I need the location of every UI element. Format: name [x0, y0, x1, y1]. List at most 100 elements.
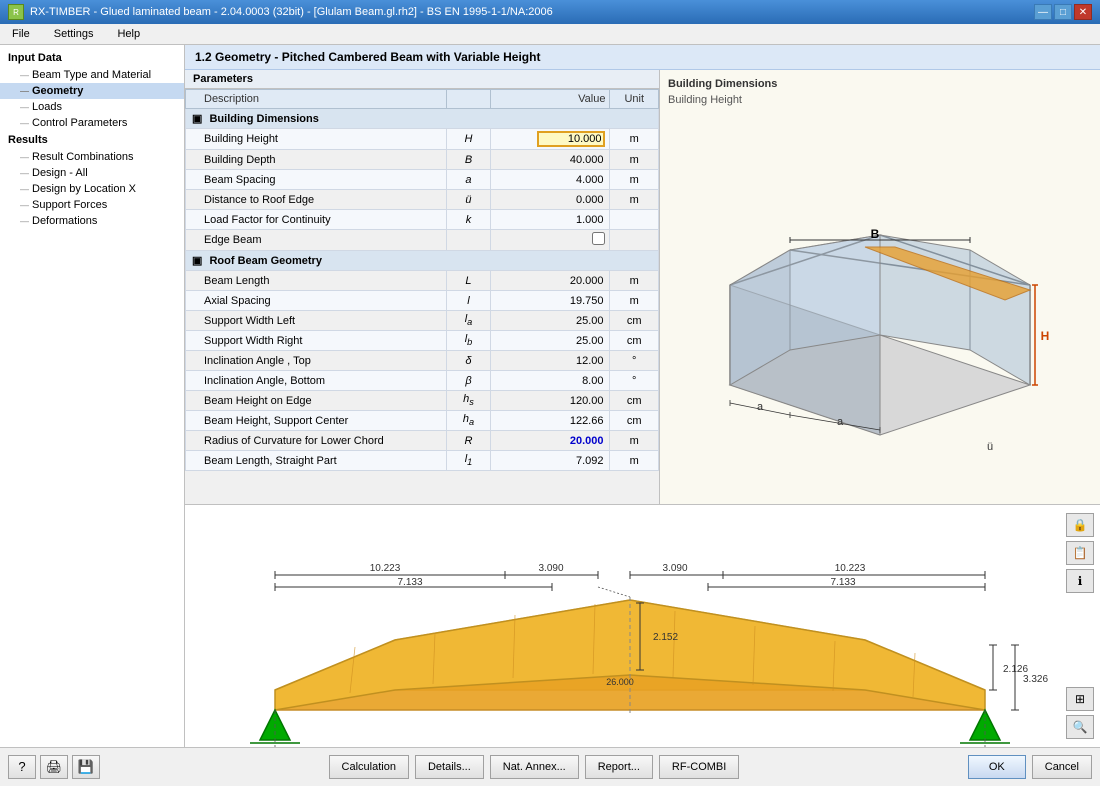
params-table-container[interactable]: Description Value Unit ▣ Bu: [185, 89, 659, 504]
zoom-in-button[interactable]: 🔍: [1066, 715, 1094, 739]
building-height-input[interactable]: [537, 131, 605, 147]
menu-file[interactable]: File: [4, 26, 38, 42]
row-dist-roof-val: 0.000: [491, 190, 610, 210]
maximize-button[interactable]: □: [1054, 4, 1072, 20]
ok-button[interactable]: OK: [968, 755, 1026, 779]
sidebar-item-beam-type[interactable]: Beam Type and Material: [0, 67, 184, 83]
group-roof-beam[interactable]: ▣ Roof Beam Geometry: [186, 251, 659, 271]
row-load-factor-val: 1.000: [491, 210, 610, 230]
sidebar-item-support-forces[interactable]: Support Forces: [0, 197, 184, 213]
sidebar-item-design-location[interactable]: Design by Location X: [0, 181, 184, 197]
row-beam-height-support-unit: cm: [610, 411, 659, 431]
row-incl-top-val: 12.00: [491, 351, 610, 371]
row-building-depth-val: 40.000: [491, 150, 610, 170]
row-beam-spacing-unit: m: [610, 170, 659, 190]
sidebar-item-result-combinations[interactable]: Result Combinations: [0, 149, 184, 165]
row-building-height-var: H: [446, 129, 491, 150]
row-edge-beam-val[interactable]: [491, 230, 610, 251]
menu-settings[interactable]: Settings: [46, 26, 102, 42]
table-row: Edge Beam: [186, 230, 659, 251]
table-row: Load Factor for Continuity k 1.000: [186, 210, 659, 230]
params-table: Description Value Unit ▣ Bu: [185, 89, 659, 471]
copy-diagram-button[interactable]: 📋: [1066, 541, 1094, 565]
cancel-button[interactable]: Cancel: [1032, 755, 1092, 779]
menu-bar: File Settings Help: [0, 24, 1100, 45]
input-data-label: Input Data: [0, 49, 184, 67]
row-radius-val: 20.000: [491, 431, 610, 451]
col-header-var: [446, 90, 491, 109]
row-edge-beam-unit: [610, 230, 659, 251]
title-bar: R RX-TIMBER - Glued laminated beam - 2.0…: [0, 0, 1100, 24]
row-support-right-var: lb: [446, 331, 491, 351]
row-radius-unit: m: [610, 431, 659, 451]
svg-text:7.133: 7.133: [830, 577, 855, 588]
collapse-icon-roof: ▣: [192, 255, 202, 267]
view-3d-canvas: B H a a ü: [668, 114, 1092, 496]
svg-text:3.090: 3.090: [662, 563, 687, 574]
table-row: Beam Length L 20.000 m: [186, 271, 659, 291]
row-beam-length-straight-desc: Beam Length, Straight Part: [186, 451, 447, 471]
row-beam-spacing-val: 4.000: [491, 170, 610, 190]
info-diagram-button[interactable]: ℹ: [1066, 569, 1094, 593]
row-load-factor-var: k: [446, 210, 491, 230]
row-beam-length-desc: Beam Length: [186, 271, 447, 291]
table-row: Beam Height, Support Center ha 122.66 cm: [186, 411, 659, 431]
row-building-depth-desc: Building Depth: [186, 150, 447, 170]
svg-text:ü: ü: [987, 441, 993, 453]
footer-left: ? 🖨 💾: [8, 755, 100, 779]
row-beam-height-support-desc: Beam Height, Support Center: [186, 411, 447, 431]
nat-annex-button[interactable]: Nat. Annex...: [490, 755, 579, 779]
sidebar-item-control-params[interactable]: Control Parameters: [0, 115, 184, 131]
calculation-button[interactable]: Calculation: [329, 755, 409, 779]
rf-combi-button[interactable]: RF-COMBI: [659, 755, 739, 779]
report-button[interactable]: Report...: [585, 755, 653, 779]
row-edge-beam-var: [446, 230, 491, 251]
svg-text:7.133: 7.133: [397, 577, 422, 588]
row-beam-height-support-var: ha: [446, 411, 491, 431]
col-header-unit: Unit: [610, 90, 659, 109]
minimize-button[interactable]: —: [1034, 4, 1052, 20]
table-row: Support Width Right lb 25.00 cm: [186, 331, 659, 351]
row-beam-height-support-val: 122.66: [491, 411, 610, 431]
row-support-left-desc: Support Width Left: [186, 311, 447, 331]
sidebar-item-design-all[interactable]: Design - All: [0, 165, 184, 181]
row-building-height-val[interactable]: [491, 129, 610, 150]
view-3d-title: Building Dimensions: [668, 78, 1092, 90]
row-incl-bottom-var: β: [446, 371, 491, 391]
row-dist-roof-desc: Distance to Roof Edge: [186, 190, 447, 210]
svg-text:a: a: [837, 416, 844, 428]
help-footer-button[interactable]: ?: [8, 755, 36, 779]
table-row: Beam Spacing a 4.000 m: [186, 170, 659, 190]
lock-diagram-button[interactable]: 🔒: [1066, 513, 1094, 537]
top-panel: Parameters Description Value Unit: [185, 70, 1100, 505]
row-incl-top-desc: Inclination Angle , Top: [186, 351, 447, 371]
save-footer-button[interactable]: 💾: [72, 755, 100, 779]
row-incl-bottom-unit: °: [610, 371, 659, 391]
sidebar-item-geometry[interactable]: Geometry: [0, 83, 184, 99]
row-beam-height-edge-desc: Beam Height on Edge: [186, 391, 447, 411]
svg-text:2.152: 2.152: [653, 632, 678, 643]
section-title: 1.2 Geometry - Pitched Cambered Beam wit…: [185, 45, 1100, 70]
group-building-dims[interactable]: ▣ Building Dimensions: [186, 109, 659, 129]
close-button[interactable]: ✕: [1074, 4, 1092, 20]
row-axial-spacing-val: 19.750: [491, 291, 610, 311]
row-beam-height-edge-unit: cm: [610, 391, 659, 411]
edge-beam-checkbox[interactable]: [592, 232, 605, 245]
content-area: 1.2 Geometry - Pitched Cambered Beam wit…: [185, 45, 1100, 747]
row-incl-bottom-val: 8.00: [491, 371, 610, 391]
zoom-fit-button[interactable]: ⊞: [1066, 687, 1094, 711]
results-label: Results: [0, 131, 184, 149]
row-beam-spacing-var: a: [446, 170, 491, 190]
row-incl-top-var: δ: [446, 351, 491, 371]
sidebar-item-deformations[interactable]: Deformations: [0, 213, 184, 229]
main-layout: Input Data Beam Type and Material Geomet…: [0, 45, 1100, 747]
details-button[interactable]: Details...: [415, 755, 484, 779]
row-load-factor-unit: [610, 210, 659, 230]
view-3d-section: Building Dimensions Building Height: [660, 70, 1100, 504]
svg-text:H: H: [1041, 329, 1050, 343]
table-row: Inclination Angle, Bottom β 8.00 °: [186, 371, 659, 391]
menu-help[interactable]: Help: [109, 26, 148, 42]
print-footer-button[interactable]: 🖨: [40, 755, 68, 779]
sidebar-item-loads[interactable]: Loads: [0, 99, 184, 115]
row-beam-height-edge-var: hs: [446, 391, 491, 411]
